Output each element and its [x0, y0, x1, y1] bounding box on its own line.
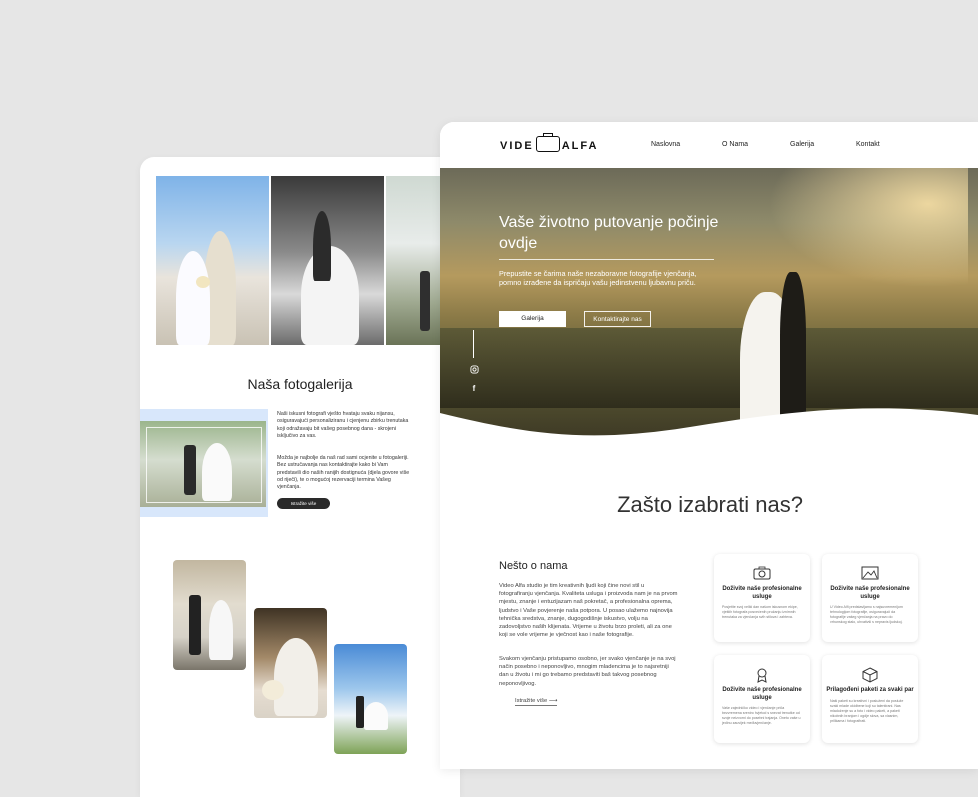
facebook-icon[interactable]: f	[469, 384, 479, 394]
hero-title: Vaše životno putovanje počinje ovdje	[499, 214, 719, 252]
camera-icon	[753, 566, 771, 580]
service-card-title: Doživite naše profesionalne usluge	[722, 586, 802, 600]
about-title: Nešto o nama	[499, 560, 568, 572]
award-icon	[753, 667, 771, 683]
navbar: VIDE ALFA Naslovna O Nama Galerija Kontak…	[440, 122, 978, 168]
service-card-desc: Naši paketi su kreativni i posluženi da …	[830, 698, 904, 723]
package-icon	[861, 667, 879, 683]
service-card-2[interactable]: Doživite naše profesionalne usluge U Vid…	[822, 554, 918, 642]
contact-button[interactable]: Kontaktirajte nas	[584, 311, 651, 327]
site-logo[interactable]: VIDE ALFA	[500, 133, 599, 154]
hero-subtitle: Prepustite se čarima naše nezaboravne fo…	[499, 269, 697, 287]
about-paragraph-1: Video Alfa studio je tim kreativnih ljud…	[499, 583, 678, 639]
hero-divider	[499, 259, 714, 260]
service-card-title: Prilagođeni paketi za svaki par	[826, 687, 914, 693]
gallery-paragraph-2: Možda je najbolje da naš rad sami ocjeni…	[277, 455, 410, 491]
service-card-desc: Posjetite svoj veliki dan našom iskusnom…	[722, 605, 798, 619]
image-icon	[861, 566, 879, 580]
nav-link-kontakt[interactable]: Kontakt	[856, 141, 880, 148]
service-card-4[interactable]: Prilagođeni paketi za svaki par Naši pak…	[822, 655, 918, 743]
service-card-1[interactable]: Doživite naše profesionalne usluge Posje…	[714, 554, 810, 642]
explore-more-link[interactable]: Istražite više ⟶	[515, 698, 558, 706]
home-page-mockup: VIDE ALFA Naslovna O Nama Galerija Kontak…	[440, 122, 978, 769]
service-card-title: Doživite naše profesionalne usluge	[722, 687, 802, 701]
gallery-paragraph-1: Naši iskusni fotografi vješto hvataju sv…	[277, 411, 409, 439]
hero-wave-divider	[440, 408, 978, 455]
wedding-photo-bw	[271, 176, 384, 345]
about-paragraph-2: Svakom vjenčanju pristupamo osobno, jer …	[499, 656, 676, 687]
arrow-right-icon: ⟶	[548, 698, 558, 704]
service-card-title: Doživite naše profesionalne usluge	[830, 586, 910, 600]
logo-text-left: VIDE	[500, 139, 534, 152]
logo-text-right: ALFA	[561, 139, 599, 152]
service-card-desc: Vaše zajedničko video i vjenčanje priča …	[722, 706, 801, 725]
wedding-photo-church	[156, 176, 269, 345]
why-us-title: Zašto izabrati nas?	[617, 492, 803, 517]
nav-link-naslovna[interactable]: Naslovna	[651, 141, 680, 148]
nav-link-o-nama[interactable]: O Nama	[722, 141, 748, 148]
gallery-title: Naša fotogalerija	[247, 376, 353, 392]
wedding-photo-staircase	[173, 560, 246, 670]
explore-more-button[interactable]: Istražite više	[277, 498, 330, 509]
social-divider	[473, 330, 474, 358]
explore-more-label: Istražite više	[515, 698, 548, 704]
gallery-button[interactable]: Galerija	[499, 311, 566, 327]
gallery-page-mockup: Naša fotogalerija Naši iskusni fotografi…	[140, 157, 460, 797]
service-card-3[interactable]: Doživite naše profesionalne usluge Vaše …	[714, 655, 810, 743]
camera-logo-icon	[535, 133, 560, 152]
wedding-photo-meadow	[334, 644, 407, 754]
wedding-photo-kiss	[254, 608, 327, 718]
service-card-desc: U Video Alfi predstavljamo s najsuvremen…	[830, 605, 903, 624]
nav-link-galerija[interactable]: Galerija	[790, 141, 814, 148]
instagram-icon[interactable]	[469, 365, 479, 375]
photo-frame-overlay	[146, 427, 262, 503]
